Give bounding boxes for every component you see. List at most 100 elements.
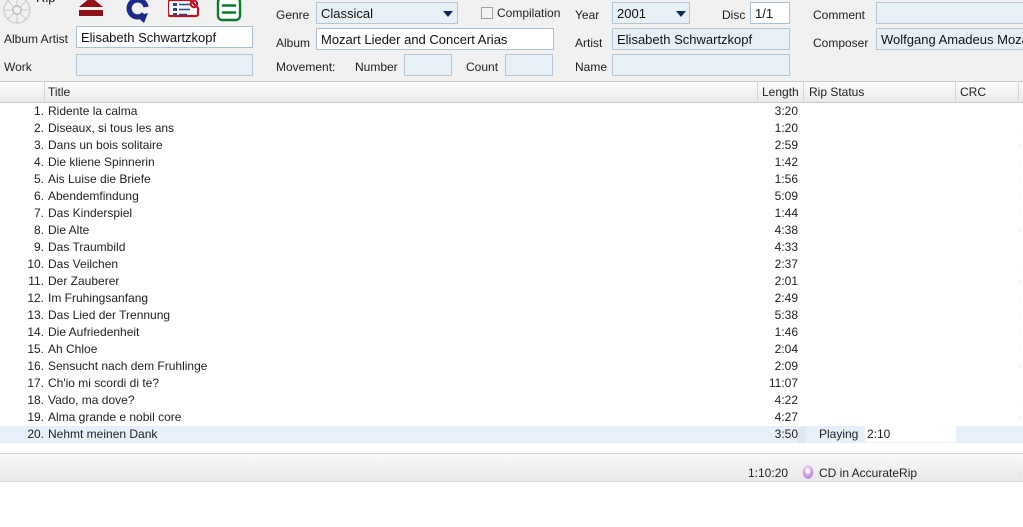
row-edge-marker: ›	[1018, 344, 1021, 354]
table-row[interactable]: 16. Sensucht nach dem Fruhlinge 2:09 ›	[0, 358, 1023, 375]
cd-disc-icon	[801, 465, 815, 482]
track-title: Das Veilchen	[48, 257, 119, 271]
composer-label: Composer	[813, 36, 869, 50]
table-row[interactable]: 6. Abendemfindung 5:09 ›	[0, 188, 1023, 205]
row-edge-marker: ›	[1018, 293, 1021, 303]
compilation-checkbox[interactable]	[481, 7, 493, 19]
table-row[interactable]: 19. Alma grande e nobil core 4:27 ›	[0, 409, 1023, 426]
table-row[interactable]: 13. Das Lied der Trennung 5:38 ›	[0, 307, 1023, 324]
track-number: 18.	[27, 393, 44, 407]
track-number: 20.	[27, 427, 44, 441]
table-row[interactable]: 18. Vado, ma dove? 4:22 ›	[0, 392, 1023, 409]
artist-label: Artist	[575, 36, 603, 50]
table-row[interactable]: 11. Der Zauberer 2:01 ›	[0, 273, 1023, 290]
row-edge-marker: ›	[1018, 123, 1021, 133]
table-row[interactable]: 2. Diseaux, si tous les ans 1:20 ›	[0, 120, 1023, 137]
track-number-cell: 6.	[0, 188, 44, 205]
track-number-cell: 14.	[0, 324, 44, 341]
column-header-length[interactable]: Length	[762, 85, 799, 99]
album-artist-label: Album Artist	[4, 32, 69, 46]
row-edge-marker: ›	[1018, 225, 1021, 235]
track-list-icon[interactable]	[214, 0, 244, 27]
movement-count-label: Count	[466, 60, 499, 74]
compilation-label: Compilation	[497, 6, 561, 20]
track-length: 5:38	[774, 308, 798, 322]
track-title: Die Aufriedenheit	[48, 325, 140, 339]
track-length: 2:09	[774, 359, 798, 373]
year-label: Year	[575, 8, 600, 22]
name-input[interactable]	[612, 54, 790, 76]
table-row[interactable]: 17. Ch'io mi scordi di te? 11:07 ›	[0, 375, 1023, 392]
track-number-cell: 12.	[0, 290, 44, 307]
table-row[interactable]: 12. Im Fruhingsanfang 2:49 ›	[0, 290, 1023, 307]
table-row[interactable]: 8. Die Alte 4:38 ›	[0, 222, 1023, 239]
chevron-down-icon[interactable]	[676, 11, 686, 17]
track-title: Die kliene Spinnerin	[48, 155, 155, 169]
track-length: 4:38	[774, 223, 798, 237]
track-title: Abendemfindung	[48, 189, 139, 203]
row-edge-marker: ›	[1018, 259, 1021, 269]
table-row[interactable]: 1. Ridente la calma 3:20 ›	[0, 103, 1023, 120]
table-row[interactable]: 9. Das Traumbild 4:33 ›	[0, 239, 1023, 256]
track-number: 16.	[27, 359, 44, 373]
table-row[interactable]: 5. Ais Luise die Briefe 1:56 ›	[0, 171, 1023, 188]
track-number-cell: 1.	[0, 103, 44, 120]
table-row[interactable]: 7. Das Kinderspiel 1:44 ›	[0, 205, 1023, 222]
track-title: Der Zauberer	[48, 274, 120, 288]
row-edge-marker: ›	[1018, 378, 1021, 388]
accuraterip-status-text: CD in AccurateRip	[819, 466, 918, 480]
track-number: 11.	[28, 274, 44, 288]
track-number-cell: 3.	[0, 137, 44, 154]
track-number: 1.	[33, 104, 44, 118]
chevron-down-icon[interactable]	[443, 11, 453, 17]
track-title: Die Alte	[48, 223, 90, 237]
row-edge-marker: ›	[1018, 429, 1021, 439]
table-row[interactable]: 4. Die kliene Spinnerin 1:42 ›	[0, 154, 1023, 171]
artist-input[interactable]	[612, 28, 790, 50]
table-row[interactable]: 10. Das Veilchen 2:37 ›	[0, 256, 1023, 273]
column-header-crc[interactable]: CRC	[960, 85, 986, 99]
metadata-tag-icon[interactable]	[166, 0, 200, 27]
disc-input[interactable]	[750, 2, 790, 24]
track-number: 15.	[27, 342, 44, 356]
track-length: 2:59	[774, 138, 798, 152]
row-edge-marker: ›	[1018, 157, 1021, 167]
work-input[interactable]	[76, 54, 253, 76]
track-number-cell: 9.	[0, 239, 44, 256]
track-length: 5:09	[774, 189, 798, 203]
movement-count-input[interactable]	[505, 54, 553, 76]
track-length: 1:42	[774, 155, 798, 169]
track-number: 12.	[27, 291, 44, 305]
table-row[interactable]: 15. Ah Chloe 2:04 ›	[0, 341, 1023, 358]
track-number-cell: 10.	[0, 256, 44, 273]
column-header-title[interactable]: Title	[48, 85, 70, 99]
eject-icon[interactable]	[76, 0, 106, 27]
playing-progress-bar[interactable]: 2:10	[865, 426, 956, 442]
album-input[interactable]	[316, 28, 554, 50]
rip-status-cell: Playing 2:10	[806, 426, 956, 443]
row-edge-marker: ›	[1018, 395, 1021, 405]
track-number: 2.	[33, 121, 44, 135]
album-artist-input[interactable]	[76, 26, 253, 48]
table-row[interactable]: 14. Die Aufriedenheit 1:46 ›	[0, 324, 1023, 341]
track-number: 19.	[27, 410, 44, 424]
composer-input[interactable]	[876, 28, 1023, 50]
table-row[interactable]: 20. Nehmt meinen Dank 3:50 Playing 2:10 ›	[0, 426, 1023, 443]
comment-label: Comment	[813, 8, 866, 22]
genre-combo-input[interactable]	[316, 2, 458, 24]
column-header-rip-status[interactable]: Rip Status	[809, 85, 864, 99]
track-length: 1:44	[774, 206, 798, 220]
track-length: 4:33	[774, 240, 798, 254]
refresh-metadata-icon[interactable]	[124, 0, 154, 27]
genre-label: Genre	[276, 8, 310, 22]
track-number: 8.	[33, 223, 44, 237]
movement-number-input[interactable]	[404, 54, 452, 76]
table-row[interactable]: 3. Dans un bois solitaire 2:59 ›	[0, 137, 1023, 154]
comment-input[interactable]	[876, 2, 1023, 24]
track-title: Im Fruhingsanfang	[48, 291, 149, 305]
movement-number-label: Number	[355, 60, 398, 74]
cd-rip-icon[interactable]: Rip	[2, 0, 56, 27]
track-title: Ah Chloe	[48, 342, 98, 356]
disc-label: Disc	[722, 8, 746, 22]
track-length: 1:20	[774, 121, 798, 135]
